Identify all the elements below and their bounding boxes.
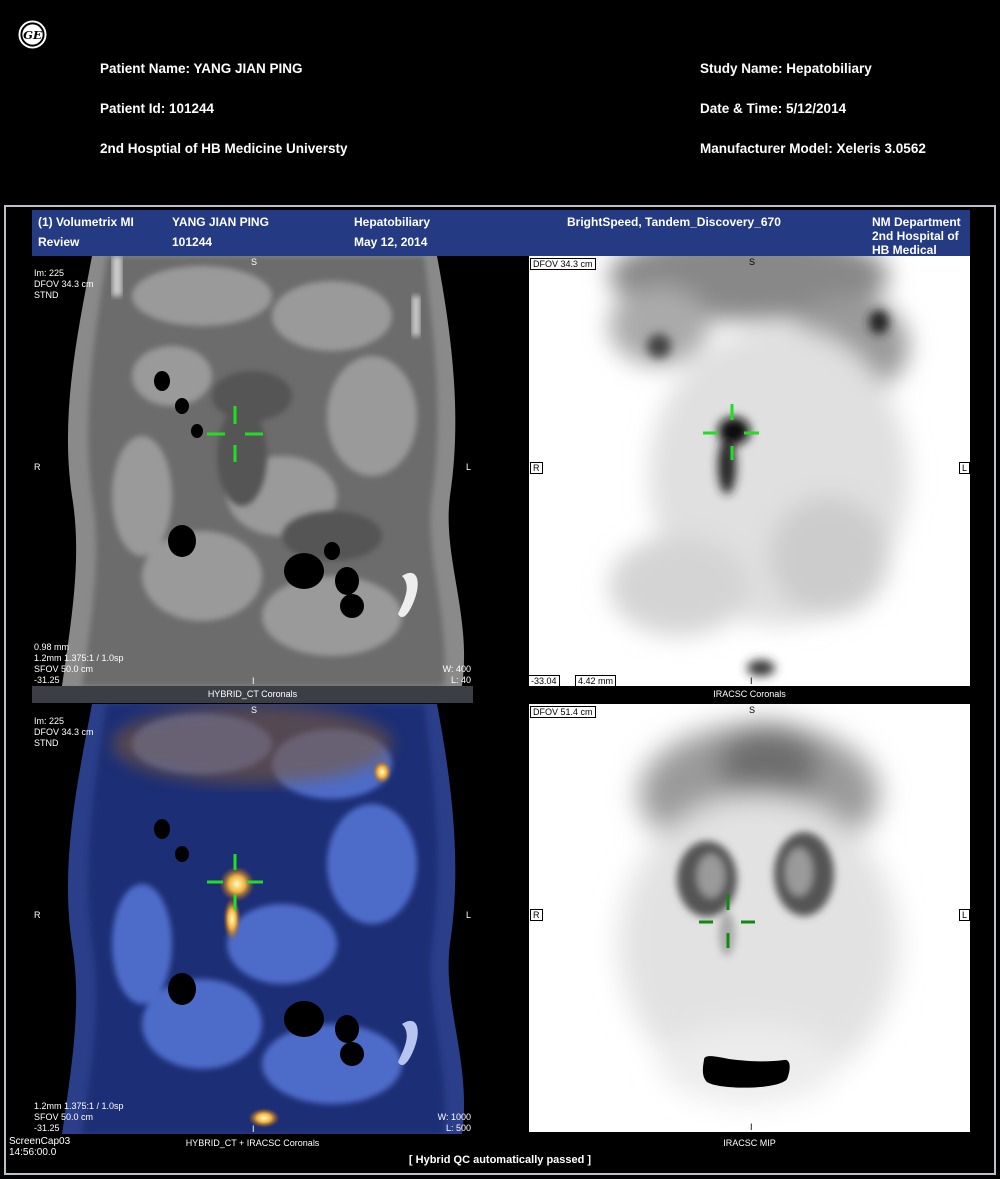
fusion-window: W: 1000 — [437, 1112, 471, 1122]
fusion-coronal-viewport[interactable]: Im: 225 DFOV 34.3 cm STND 1.2mm 1.375:1 … — [32, 704, 473, 1134]
ct-orientation-top: S — [251, 257, 258, 267]
pet-viewport-label: IRACSC Coronals — [713, 689, 786, 699]
fusion-orientation-top: S — [251, 705, 258, 715]
fusion-sfov: SFOV 50.0 cm — [34, 1112, 94, 1122]
pet-coronal-image — [609, 256, 909, 676]
ct-coronal-viewport[interactable]: Im: 225 DFOV 34.3 cm STND 0.98 mm 1.2mm … — [32, 256, 473, 686]
qc-status: [ Hybrid QC automatically passed ] — [408, 1154, 592, 1166]
pet-orientation-left: R — [530, 462, 543, 474]
pet-dfov: DFOV 34.3 cm — [530, 258, 596, 270]
ct-position: -31.25 — [34, 675, 60, 685]
fusion-pitch: 1.2mm 1.375:1 / 1.0sp — [34, 1101, 124, 1111]
header-date-time: Date & Time: 5/12/2014 — [700, 101, 847, 116]
banner-app-name: (1) Volumetrix MI — [38, 215, 134, 229]
fusion-orientation-left: R — [34, 910, 41, 920]
ct-orientation-right: L — [465, 462, 471, 472]
banner-scanner: BrightSpeed, Tandem_Discovery_670 — [567, 215, 781, 229]
ge-logo-icon: GE — [18, 20, 47, 49]
ct-kernel: STND — [34, 290, 59, 300]
mip-image — [619, 724, 899, 1104]
mip-orientation-left: R — [530, 909, 543, 921]
mip-dfov: DFOV 51.4 cm — [530, 706, 596, 718]
banner-study: Hepatobiliary — [354, 215, 431, 229]
pet-orientation-top: S — [749, 257, 756, 267]
pet-slice-thickness: 4.42 mm — [575, 675, 617, 686]
fusion-orientation-right: L — [465, 910, 471, 920]
banner-patient-id: 101244 — [172, 235, 213, 249]
banner-app-mode: Review — [38, 235, 80, 249]
banner-department: NM Department — [872, 215, 961, 229]
pet-position: -33.04 — [529, 675, 560, 686]
banner-date: May 12, 2014 — [354, 235, 428, 249]
ct-window: W: 400 — [442, 664, 471, 674]
fusion-orientation-bottom: I — [252, 1124, 255, 1134]
mip-viewport[interactable]: DFOV 51.4 cm S R L I — [529, 704, 970, 1132]
mip-orientation-bottom: I — [750, 1122, 753, 1132]
header-institution: 2nd Hosptial of HB Medicine Universty — [100, 141, 348, 156]
header-study-name: Study Name: Hepatobiliary — [700, 61, 872, 76]
header-manufacturer-model: Manufacturer Model: Xeleris 3.0562 — [700, 141, 926, 156]
fusion-coronal-image — [62, 704, 465, 1134]
mip-viewport-label: IRACSC MIP — [723, 1138, 776, 1148]
fusion-level: L: 500 — [445, 1123, 471, 1133]
fusion-image-number: Im: 225 — [34, 716, 65, 726]
ct-slice-thickness: 0.98 mm — [34, 642, 70, 652]
banner-patient-name: YANG JIAN PING — [172, 215, 269, 229]
pet-coronal-viewport[interactable]: DFOV 34.3 cm -33.04 4.42 mm S R L I — [529, 256, 970, 686]
screencap-name: ScreenCap03 — [9, 1136, 71, 1147]
ct-orientation-left: R — [34, 462, 41, 472]
header-patient-id: Patient Id: 101244 — [100, 101, 215, 116]
fusion-viewport-label: HYBRID_CT + IRACSC Coronals — [185, 1138, 320, 1148]
mip-orientation-right: L — [958, 909, 970, 921]
pet-orientation-right: L — [958, 462, 970, 474]
ct-orientation-bottom: I — [252, 676, 255, 686]
ct-sfov: SFOV 50.0 cm — [34, 664, 94, 674]
header-patient-name: Patient Name: YANG JIAN PING — [100, 61, 303, 76]
ct-pitch: 1.2mm 1.375:1 / 1.0sp — [34, 653, 124, 663]
fusion-dfov: DFOV 34.3 cm — [34, 727, 94, 737]
ct-viewport-label: HYBRID_CT Coronals — [207, 689, 298, 699]
pet-orientation-bottom: I — [750, 676, 753, 686]
ct-image-number: Im: 225 — [34, 268, 65, 278]
mip-orientation-top: S — [749, 705, 756, 715]
ct-level: L: 40 — [450, 675, 471, 685]
ct-coronal-image — [62, 256, 465, 686]
fusion-position: -31.25 — [34, 1123, 60, 1133]
banner-hospital-line1: 2nd Hospital of — [872, 229, 959, 243]
ct-dfov: DFOV 34.3 cm — [34, 279, 94, 289]
fusion-kernel: STND — [34, 738, 59, 748]
banner-hospital-line2: HB Medical — [872, 243, 937, 257]
review-banner: (1) Volumetrix MI Review YANG JIAN PING … — [32, 210, 970, 257]
svg-text:GE: GE — [23, 28, 42, 42]
